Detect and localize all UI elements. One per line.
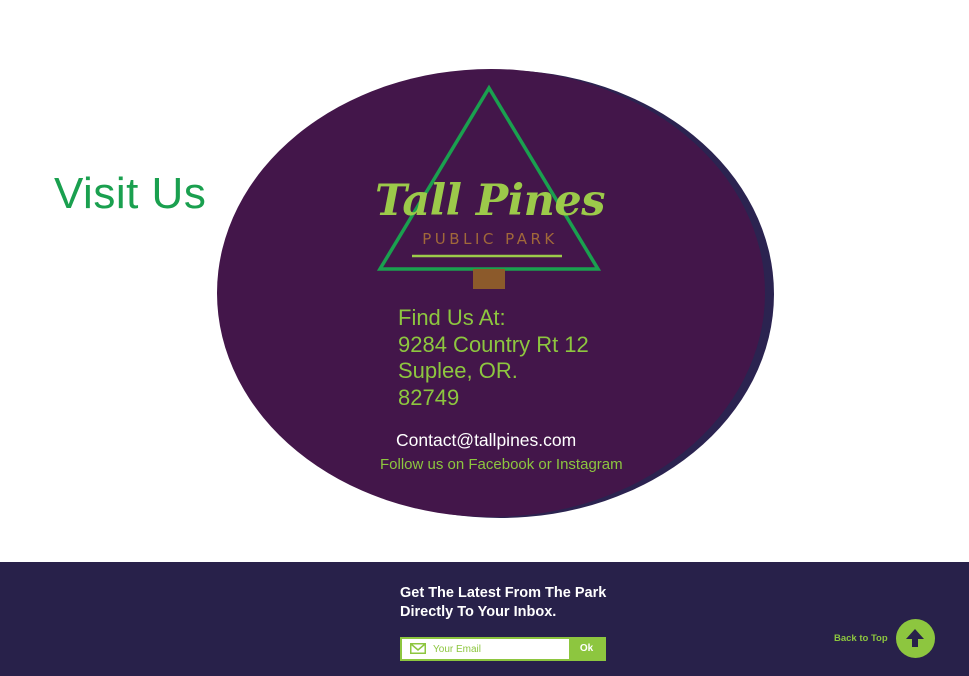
park-logo: Tall Pines PUBLIC PARK — [372, 80, 608, 295]
address-city: Suplee, OR. — [398, 358, 518, 383]
arrow-up-icon — [906, 629, 925, 647]
email-input[interactable] — [433, 639, 568, 659]
newsletter-line-2: Directly To Your Inbox. — [400, 604, 557, 620]
page-title: Visit Us — [54, 169, 207, 219]
logo-subtitle: PUBLIC PARK — [422, 230, 558, 248]
back-to-top-circle[interactable] — [895, 618, 935, 658]
address-zip: 82749 — [398, 384, 460, 410]
newsletter-line-1: Get The Latest From The Park — [400, 585, 607, 601]
address-block: Find Us At: 9284 Country Rt 12 Suplee, O… — [398, 305, 589, 411]
contact-email-link[interactable]: Contact@tallpines.com — [396, 430, 576, 451]
back-to-top-button[interactable]: Back to Top — [834, 618, 935, 658]
logo-wordmark: Tall Pines — [375, 176, 605, 226]
back-to-top-label[interactable]: Back to Top — [834, 633, 888, 644]
submit-button[interactable]: Ok — [569, 639, 604, 659]
address-label: Find Us At: — [398, 305, 506, 330]
footer: Get The Latest From The Park Directly To… — [0, 562, 969, 676]
mail-icon — [410, 643, 426, 654]
newsletter-heading: Get The Latest From The Park Directly To… — [400, 584, 606, 622]
email-signup-form: Ok — [400, 637, 606, 661]
address-street: 9284 Country Rt 12 — [398, 331, 589, 357]
social-links[interactable]: Follow us on Facebook or Instagram — [380, 456, 623, 473]
